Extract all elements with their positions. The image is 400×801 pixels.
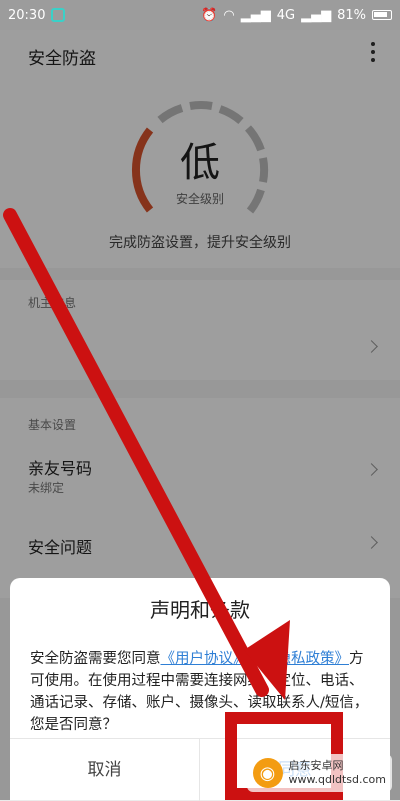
battery-icon — [372, 10, 392, 20]
dialog-body: 安全防盗需要您同意《用户协议》和《隐私政策》方可使用。在使用过程中需要连接网络、… — [30, 648, 375, 736]
watermark-logo-icon: ◉ — [252, 758, 283, 788]
signal-icon-2: ▂▄▆ — [301, 7, 332, 23]
status-bar: 20:30 ⏰ ◠ ▂▄▆ 4G ▂▄▆ 81% — [0, 0, 400, 30]
cancel-button[interactable]: 取消 — [10, 739, 200, 801]
user-agreement-link[interactable]: 《用户协议》 — [161, 651, 248, 667]
status-time: 20:30 — [8, 7, 46, 23]
status-right: ⏰ ◠ ▂▄▆ 4G ▂▄▆ 81% — [201, 8, 392, 23]
wifi-icon: ◠ — [223, 7, 235, 23]
dialog-text-and: 和 — [247, 651, 263, 667]
watermark-name: 启东安卓网 — [288, 759, 344, 772]
watermark-url: www.qdldtsd.com — [288, 773, 387, 786]
scan-app-icon — [51, 8, 66, 22]
signal-icon: ▂▄▆ — [240, 7, 271, 23]
alarm-icon: ⏰ — [201, 7, 218, 23]
battery-percent: 81% — [337, 7, 366, 23]
watermark-text: 启东安卓网 www.qdldtsd.com — [289, 759, 387, 787]
dialog-title: 声明和条款 — [150, 598, 250, 622]
dialog-text-before: 安全防盗需要您同意 — [30, 651, 161, 667]
watermark: ◉ 启东安卓网 www.qdldtsd.com — [246, 754, 392, 792]
network-type: 4G — [276, 7, 296, 23]
privacy-policy-link[interactable]: 《隐私政策》 — [262, 651, 349, 667]
